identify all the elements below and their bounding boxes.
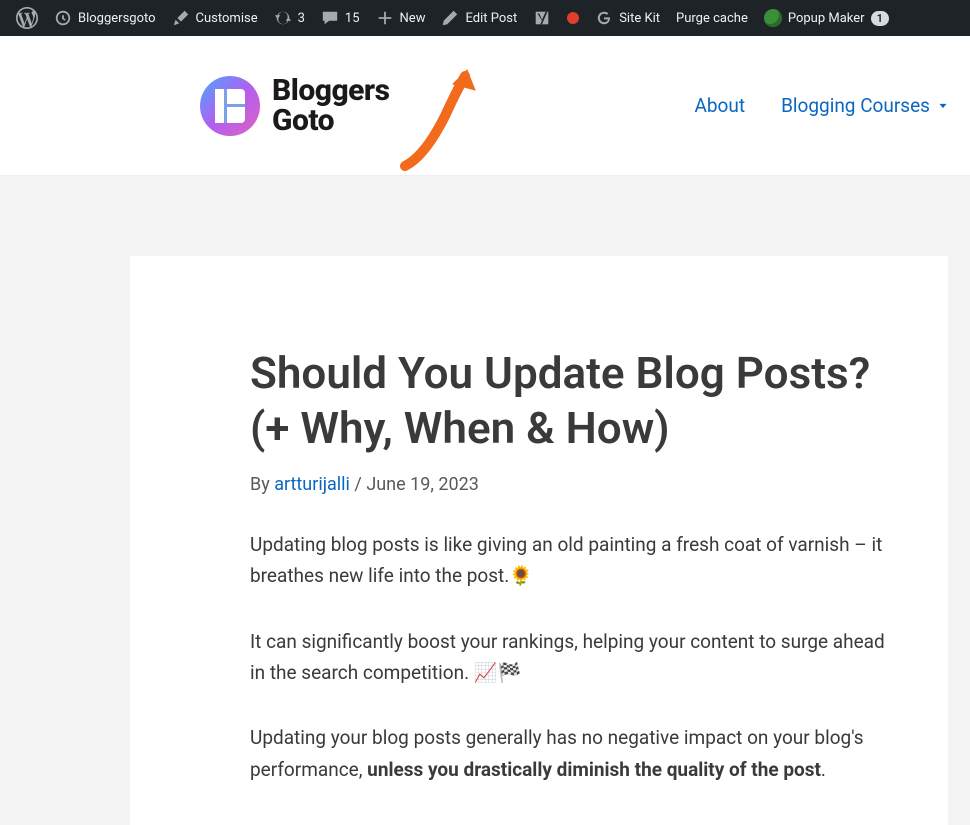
adminbar-sitekit[interactable]: Site Kit xyxy=(587,0,668,36)
nav-courses-label: Blogging Courses xyxy=(781,94,930,117)
adminbar-record[interactable] xyxy=(559,0,587,36)
adminbar-popup-maker[interactable]: Popup Maker 1 xyxy=(756,0,897,36)
primary-nav: About Blogging Courses xyxy=(694,94,950,117)
popup-maker-icon xyxy=(764,9,782,27)
adminbar-yoast[interactable] xyxy=(525,0,559,36)
adminbar-edit-post[interactable]: Edit Post xyxy=(433,0,525,36)
logo-text: Bloggers Goto xyxy=(272,76,390,136)
updates-count: 3 xyxy=(298,11,305,26)
site-header: Bloggers Goto About Blogging Courses xyxy=(0,36,970,176)
popup-maker-label: Popup Maker xyxy=(788,11,865,26)
adminbar-purge-cache[interactable]: Purge cache xyxy=(668,0,756,36)
post-content: Should You Update Blog Posts? (+ Why, Wh… xyxy=(250,346,898,785)
nav-about-label: About xyxy=(694,94,745,117)
adminbar-updates[interactable]: 3 xyxy=(266,0,313,36)
annotation-arrow xyxy=(395,66,495,180)
paragraph-3: Updating your blog posts generally has n… xyxy=(250,722,898,785)
plus-icon xyxy=(376,9,394,27)
nav-blogging-courses[interactable]: Blogging Courses xyxy=(781,94,950,117)
update-icon xyxy=(274,9,292,27)
logo-line1: Bloggers xyxy=(272,76,390,106)
post-date: June 19, 2023 xyxy=(366,474,479,495)
author-link[interactable]: artturijalli xyxy=(274,474,350,495)
meta-sep: / xyxy=(350,474,366,495)
wp-logo-menu[interactable] xyxy=(8,0,46,36)
yoast-icon xyxy=(533,9,551,27)
nav-about[interactable]: About xyxy=(694,94,745,117)
purge-label: Purge cache xyxy=(676,11,748,26)
site-logo[interactable]: Bloggers Goto xyxy=(200,76,390,136)
adminbar-new[interactable]: New xyxy=(368,0,434,36)
paragraph-2: It can significantly boost your rankings… xyxy=(250,626,898,689)
post-body: Updating blog posts is like giving an ol… xyxy=(250,529,898,785)
dashboard-icon xyxy=(54,9,72,27)
p3-bold: unless you drastically diminish the qual… xyxy=(367,758,821,781)
adminbar-customise[interactable]: Customise xyxy=(164,0,266,36)
logo-mark-icon xyxy=(200,76,260,136)
site-name-label: Bloggersgoto xyxy=(78,11,156,26)
comment-icon xyxy=(321,9,339,27)
edit-post-label: Edit Post xyxy=(465,11,517,26)
content-card: Should You Update Blog Posts? (+ Why, Wh… xyxy=(130,256,948,825)
sitekit-label: Site Kit xyxy=(619,11,660,26)
post-title: Should You Update Blog Posts? (+ Why, Wh… xyxy=(250,346,898,456)
wordpress-icon xyxy=(16,7,38,29)
customise-label: Customise xyxy=(196,11,258,26)
chevron-down-icon xyxy=(936,99,950,113)
adminbar-site-name[interactable]: Bloggersgoto xyxy=(46,0,164,36)
brush-icon xyxy=(172,9,190,27)
adminbar-comments[interactable]: 15 xyxy=(313,0,368,36)
wp-admin-bar: Bloggersgoto Customise 3 15 New Edit Pos… xyxy=(0,0,970,36)
p3-text-c: . xyxy=(821,758,826,781)
pencil-icon xyxy=(441,9,459,27)
logo-line2: Goto xyxy=(272,106,390,136)
google-g-icon xyxy=(595,9,613,27)
comments-count: 15 xyxy=(345,11,360,26)
record-dot-icon xyxy=(567,12,579,24)
popup-maker-badge: 1 xyxy=(871,11,889,26)
meta-by: By xyxy=(250,474,274,495)
post-meta: By artturijalli / June 19, 2023 xyxy=(250,474,898,495)
new-label: New xyxy=(400,11,426,26)
paragraph-1: Updating blog posts is like giving an ol… xyxy=(250,529,898,592)
